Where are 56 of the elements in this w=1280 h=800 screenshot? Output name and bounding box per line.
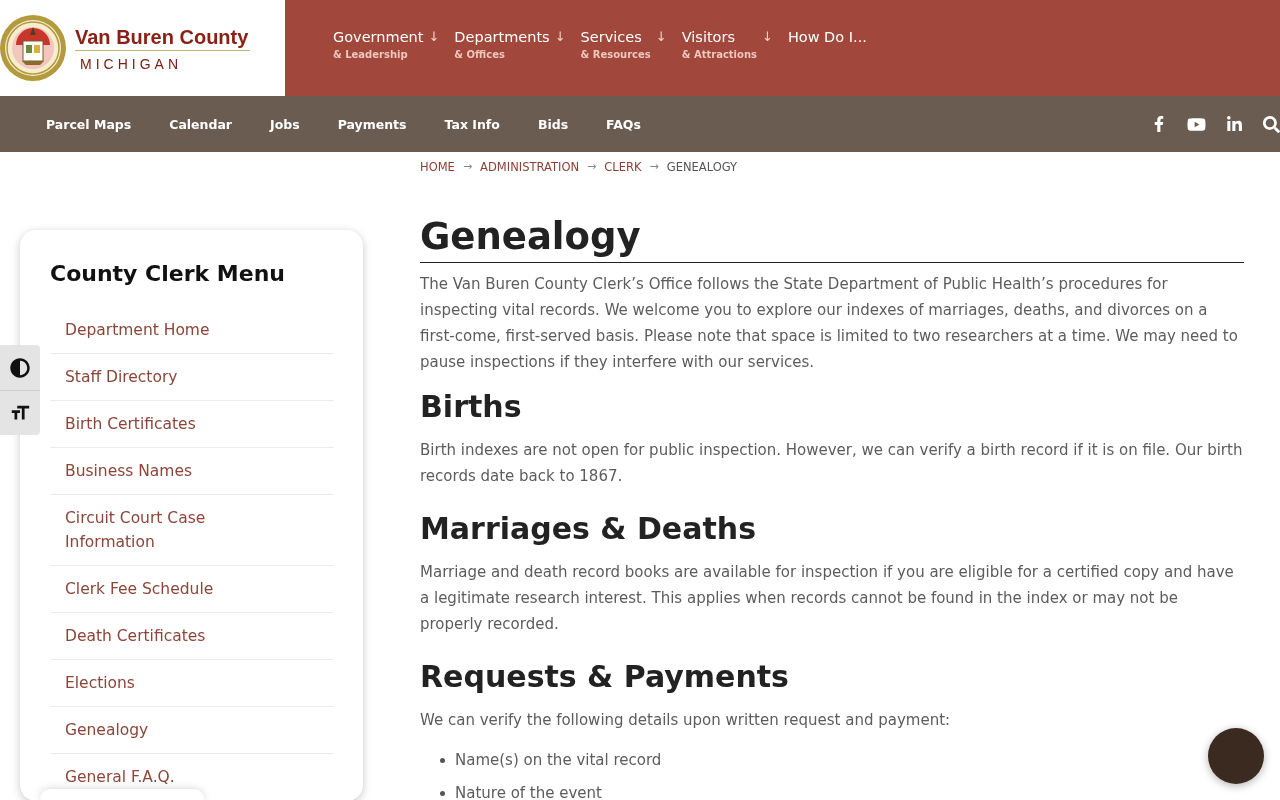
list-item-text: Nature of the event — [455, 785, 602, 800]
section-heading: Births — [420, 388, 523, 426]
contrast-icon — [10, 357, 30, 378]
quick-link[interactable]: FAQs — [606, 116, 641, 132]
quick-link[interactable]: Tax Info — [444, 116, 500, 132]
chat-avatar[interactable] — [1208, 728, 1264, 784]
body-paragraph: We can verify the following details upon written request and payment: — [420, 710, 952, 731]
sidebar-menu-link[interactable]: Business Names — [65, 459, 286, 483]
text-size-button[interactable] — [0, 390, 40, 435]
sidebar-menu-link[interactable]: Elections — [65, 671, 286, 695]
breadcrumb-link[interactable]: HOME — [420, 158, 455, 176]
page-title: Genealogy — [420, 212, 1244, 263]
body-paragraph: The Van Buren County Clerk’s Office follows the State Department of Public Health’s procedures for inspecting vital records. We welcome you to explore our indexes of marriages, deaths, and divorces on a first-come, first-served basis. Please note that space is limited to two researchers at a time. We may need to pause inspections if they interfere with our services. — [420, 274, 1239, 373]
down-arrow-icon: ↓ — [428, 28, 440, 62]
breadcrumb-arrow-icon: → — [649, 158, 659, 176]
sidebar-title: County Clerk Menu — [50, 260, 286, 288]
body-paragraph: Birth indexes are not open for public inspection. However, we can verify a birth record if it is on file. Our birth records date back to 1867. — [420, 440, 1244, 487]
list-item-text: Name(s) on the vital record — [455, 752, 662, 768]
sidebar-menu-link[interactable]: Birth Certificates — [65, 412, 286, 436]
main-nav-item[interactable]: How Do I... — [787, 28, 867, 46]
sidebar-menu-link[interactable]: Circuit Court Case Information — [65, 506, 286, 554]
main-nav-item[interactable]: Departments & Offices ↓ — [454, 28, 566, 62]
breadcrumb-arrow-icon: → — [462, 158, 473, 176]
quick-link[interactable]: Parcel Maps — [46, 116, 132, 132]
section-heading: Marriages & Deaths — [420, 510, 757, 548]
sidebar-menu-link[interactable]: General F.A.Q. — [65, 765, 286, 789]
main-nav-item[interactable]: Visitors & Attractions ↓ — [681, 28, 773, 62]
sidebar-menu-link[interactable]: Clerk Fee Schedule — [65, 577, 286, 601]
search-icon — [1263, 115, 1280, 133]
quick-link[interactable]: Calendar — [169, 116, 233, 132]
quick-link[interactable]: Bids — [537, 116, 569, 132]
down-arrow-icon: ↓ — [655, 28, 667, 62]
down-arrow-icon: ↓ — [761, 28, 773, 62]
breadcrumb-link[interactable]: ADMINISTRATION — [480, 158, 580, 176]
quick-link[interactable]: Jobs — [270, 116, 300, 132]
site-subtitle: MICHIGAN — [79, 56, 182, 72]
bullet-icon — [440, 757, 445, 763]
breadcrumb-arrow-icon: → — [587, 158, 597, 176]
linkedin-icon — [1226, 115, 1243, 133]
breadcrumb-current-page: GENEALOGY — [666, 159, 738, 176]
main-nav-item[interactable]: Government & Leadership ↓ — [333, 28, 440, 62]
sidebar-menu-link[interactable]: Staff Directory — [65, 365, 286, 389]
down-arrow-icon: ↓ — [554, 28, 566, 62]
sidebar-menu-link[interactable]: Department Home — [65, 318, 286, 342]
sidebar-menu-link[interactable]: Genealogy — [65, 718, 286, 742]
sidebar-menu-link[interactable]: Death Certificates — [65, 624, 286, 648]
main-nav-item[interactable]: Services & Resources ↓ — [580, 28, 667, 62]
quick-link[interactable]: Payments — [337, 116, 407, 132]
linkedin-link[interactable] — [1226, 115, 1243, 133]
site-title: Van Buren County — [75, 24, 251, 51]
bullet-icon — [440, 790, 445, 796]
body-paragraph: Marriage and death record books are available for inspection if you are eligible for a certified copy and have a legitimate research interest. This applies when records cannot be found in the index or may not be properly recorded. — [420, 562, 1235, 635]
breadcrumb-link[interactable]: CLERK — [604, 158, 642, 176]
search-button[interactable] — [1263, 115, 1280, 133]
section-heading: Requests & Payments — [420, 658, 790, 696]
contrast-button[interactable] — [0, 345, 40, 390]
